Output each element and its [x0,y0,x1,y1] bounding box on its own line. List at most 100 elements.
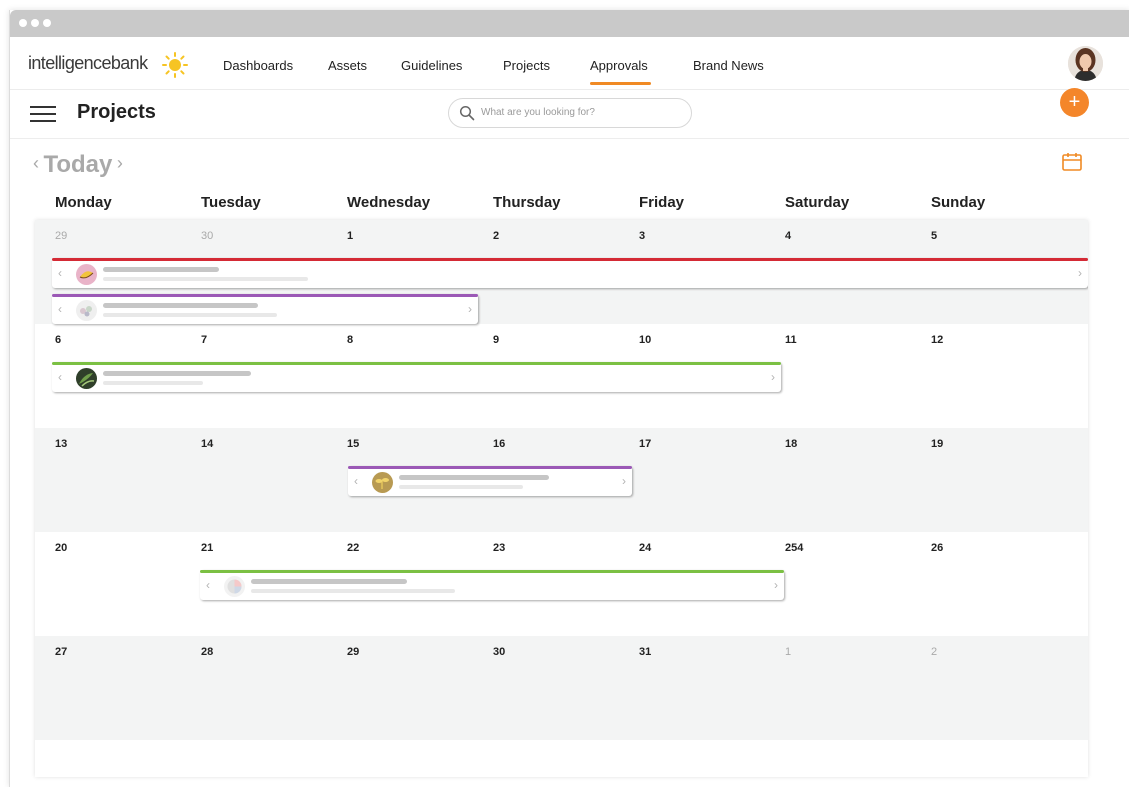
date-cell[interactable]: 23 [493,542,505,554]
date-cell[interactable]: 8 [347,334,353,346]
date-cell[interactable]: 29 [55,230,67,242]
page-header: Projects What are you looking for? [10,90,1129,139]
day-header-friday: Friday [639,194,685,211]
event-title-placeholder [103,267,219,272]
event-next-arrow[interactable]: › [771,370,775,384]
event-prev-arrow[interactable]: ‹ [206,578,210,592]
event-title-placeholder [103,303,258,308]
date-cell[interactable]: 15 [347,438,359,450]
day-header-wednesday: Wednesday [347,194,431,211]
window-close-dot[interactable] [19,19,27,27]
day-header-tuesday: Tuesday [201,194,261,211]
date-cell[interactable]: 13 [55,438,67,450]
window-minimize-dot[interactable] [31,19,39,27]
search-placeholder: What are you looking for? [481,107,595,118]
date-cell[interactable]: 5 [931,230,937,242]
date-cell[interactable]: 20 [55,542,67,554]
event-thumbnail [76,300,97,321]
event-title-placeholder [399,475,549,480]
nav-brand-news[interactable]: Brand News [693,58,764,73]
date-cell[interactable]: 24 [639,542,651,554]
date-cell[interactable]: 27 [55,646,67,658]
search-input[interactable]: What are you looking for? [448,98,692,128]
sun-icon [162,52,188,78]
date-cell[interactable]: 1 [347,230,353,242]
date-cell[interactable]: 2 [493,230,499,242]
event-prev-arrow[interactable]: ‹ [58,302,62,316]
event-subtitle-placeholder [103,277,308,281]
plus-icon: + [1068,91,1081,113]
date-cell[interactable]: 30 [493,646,505,658]
day-header-sunday: Sunday [931,194,986,211]
calendar-icon[interactable] [1061,151,1083,173]
day-header-saturday: Saturday [785,194,850,211]
date-cell[interactable]: 12 [931,334,943,346]
date-cell[interactable]: 18 [785,438,797,450]
date-cell[interactable]: 7 [201,334,207,346]
active-nav-indicator [590,82,651,85]
date-cell[interactable]: 19 [931,438,943,450]
nav-assets[interactable]: Assets [328,58,367,73]
project-event-bar[interactable]: ‹ › [52,294,478,324]
day-header-thursday: Thursday [493,194,561,211]
event-prev-arrow[interactable]: ‹ [354,474,358,488]
date-cell[interactable]: 3 [639,230,645,242]
date-cell[interactable]: 11 [785,334,797,346]
date-cell[interactable]: 2 [931,646,937,658]
nav-dashboards[interactable]: Dashboards [223,58,293,73]
date-cell[interactable]: 21 [201,542,213,554]
nav-guidelines[interactable]: Guidelines [401,58,462,73]
today-button[interactable]: Today [43,151,112,178]
next-week-button[interactable]: › [117,153,123,173]
event-color-strip [52,294,478,297]
date-cell[interactable]: 14 [201,438,213,450]
event-next-arrow[interactable]: › [622,474,626,488]
page-title: Projects [77,101,156,123]
add-button[interactable]: + [1060,88,1089,117]
date-cell[interactable]: 29 [347,646,359,658]
calendar-week-5: 27 28 29 30 31 1 2 [35,636,1088,740]
date-cell[interactable]: 28 [201,646,213,658]
date-cell[interactable]: 17 [639,438,651,450]
window-titlebar [10,10,1129,37]
event-prev-arrow[interactable]: ‹ [58,266,62,280]
date-cell[interactable]: 16 [493,438,505,450]
date-cell[interactable]: 4 [785,230,791,242]
event-title-placeholder [251,579,407,584]
event-subtitle-placeholder [103,313,277,317]
event-color-strip [52,258,1088,261]
date-cell[interactable]: 10 [639,334,651,346]
project-event-bar[interactable]: ‹ › [52,362,781,392]
event-thumbnail [224,576,245,597]
event-color-strip [348,466,632,469]
project-event-bar[interactable]: ‹ › [200,570,784,600]
date-cell[interactable]: 1 [785,646,791,658]
event-next-arrow[interactable]: › [774,578,778,592]
user-avatar[interactable] [1068,46,1103,81]
event-prev-arrow[interactable]: ‹ [58,370,62,384]
date-cell[interactable]: 9 [493,334,499,346]
event-subtitle-placeholder [399,485,523,489]
date-cell[interactable]: 31 [639,646,651,658]
top-navigation: intelligencebank Dashboards Assets Guide… [10,37,1129,90]
nav-approvals[interactable]: Approvals [590,58,648,73]
date-navigator: ‹ Today › [33,151,123,179]
date-cell[interactable]: 26 [931,542,943,554]
project-event-bar[interactable]: ‹ › [348,466,632,496]
window-maximize-dot[interactable] [43,19,51,27]
nav-projects[interactable]: Projects [503,58,550,73]
brand-logo[interactable]: intelligencebank [28,53,148,74]
event-next-arrow[interactable]: › [468,302,472,316]
event-next-arrow[interactable]: › [1078,266,1082,280]
event-color-strip [200,570,784,573]
project-event-bar[interactable]: ‹ › [52,258,1088,288]
date-cell[interactable]: 6 [55,334,61,346]
date-cell[interactable]: 30 [201,230,213,242]
event-thumbnail [372,472,393,493]
date-cell[interactable]: 254 [785,542,803,554]
hamburger-icon[interactable] [30,105,56,123]
event-color-strip [52,362,781,365]
event-subtitle-placeholder [103,381,203,385]
date-cell[interactable]: 22 [347,542,359,554]
prev-week-button[interactable]: ‹ [33,153,39,173]
